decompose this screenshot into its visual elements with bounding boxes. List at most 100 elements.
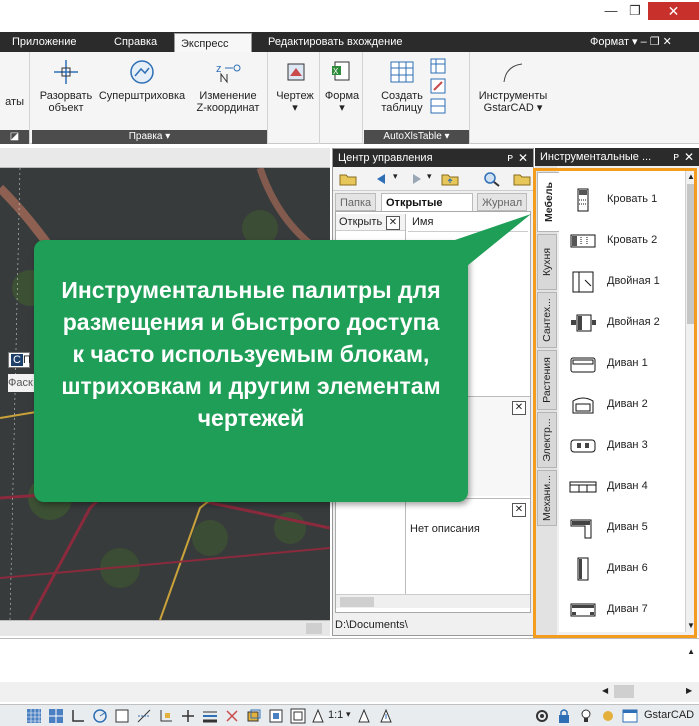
tab-open-drawings[interactable]: Открытые &ч... — [381, 193, 473, 227]
ribbon-group-tools: Инструменты GstarCAD ▾ — [472, 52, 552, 144]
auto-scale-icon[interactable] — [378, 708, 394, 724]
palette-item-bed-2[interactable]: Кровать 2 — [559, 221, 685, 261]
palette-tab-kitchen[interactable]: Кухня — [537, 234, 557, 290]
tools-label: Инструменты GstarCAD ▾ — [478, 90, 548, 114]
table-update-icon[interactable] — [430, 98, 446, 114]
folder-open-icon[interactable] — [339, 171, 357, 187]
command-scrollbar[interactable]: ◀ ▶ — [0, 682, 699, 702]
palette-item-sofa-4[interactable]: Диван 4 — [559, 467, 685, 507]
format-dropdown[interactable]: Формат — [590, 32, 629, 52]
tab-folder[interactable]: Папка — [335, 193, 377, 211]
hardware-acceleration-icon[interactable] — [578, 708, 594, 724]
restore-button[interactable]: ❐ — [620, 2, 650, 20]
palette-scrollbar[interactable]: ▲ ▼ — [685, 170, 697, 632]
palette-tab-mechanical[interactable]: Механи... — [537, 470, 557, 526]
form-button[interactable]: X Форма ▾ — [322, 58, 362, 114]
palette-item-sofa-1[interactable]: Диван 1 — [559, 344, 685, 384]
tab-edit-reference[interactable]: Редактировать вхождение — [262, 32, 409, 52]
sofa-icon — [569, 481, 597, 493]
annotation-visibility-icon[interactable] — [356, 708, 372, 724]
scroll-up-icon[interactable]: ▲ — [687, 172, 695, 181]
create-table-button[interactable]: Создать таблицу — [372, 58, 432, 114]
close-icon[interactable]: ✕ — [518, 149, 528, 167]
ortho-icon[interactable] — [70, 708, 86, 724]
description-close-icon[interactable]: ✕ — [512, 503, 526, 517]
change-z-button[interactable]: z Изменение Z-координат — [192, 58, 264, 114]
palette-tab-electrical[interactable]: Электр... — [537, 412, 557, 468]
app-window-icon[interactable] — [622, 708, 638, 724]
tool-palettes-title-bar[interactable]: Инструментальные ... ᴘ ✕ — [535, 148, 699, 166]
search-icon[interactable] — [483, 171, 501, 187]
close-button[interactable]: ✕ — [648, 2, 699, 20]
lock-icon[interactable] — [556, 708, 572, 724]
preview-close-icon[interactable]: ✕ — [512, 401, 526, 415]
palette-item-bed-1[interactable]: Кровать 1 — [559, 180, 685, 220]
back-dropdown-icon[interactable]: ▾ — [393, 171, 398, 182]
tree-close-icon[interactable]: ✕ — [386, 216, 400, 230]
callout-text: Инструментальные палитры для размещения … — [61, 277, 441, 431]
palette-item-sofa-7[interactable]: Диван 7 — [559, 590, 685, 630]
palette-item-double-1[interactable]: Двойная 1 — [559, 262, 685, 302]
palette-item-list: Кровать 1 Кровать 2 Двойная 1 Двойная 2 … — [559, 170, 685, 632]
scale-dropdown-icon[interactable]: ▾ — [346, 709, 351, 720]
dynamic-ucs-icon[interactable] — [158, 708, 174, 724]
annotation-scale-icon[interactable] — [310, 708, 326, 724]
cmd-scroll-right-icon[interactable]: ▶ — [686, 686, 692, 695]
tab-express[interactable]: Экспресс — [174, 33, 252, 52]
palette-item-sofa-3[interactable]: Диван 3 — [559, 426, 685, 466]
table-edit-icon[interactable] — [430, 78, 446, 94]
cmd-scroll-left-icon[interactable]: ◀ — [602, 686, 608, 695]
annotation-monitor-icon[interactable] — [268, 708, 284, 724]
snap-icon[interactable] — [48, 708, 64, 724]
back-icon[interactable] — [373, 171, 391, 187]
cmd-scroll-up-icon[interactable]: ▲ — [687, 647, 695, 656]
isolate-objects-icon[interactable] — [600, 708, 616, 724]
forward-icon[interactable] — [407, 171, 425, 187]
palette-item-sofa-6[interactable]: Диван 6 — [559, 549, 685, 589]
autoxls-group-footer[interactable]: AutoXlsTable ▾ — [364, 130, 469, 144]
design-center-title-bar[interactable]: Центр управления ᴘ ✕ — [333, 149, 533, 167]
gstarcad-tools-button[interactable]: Инструменты GstarCAD ▾ — [476, 58, 550, 114]
palette-item-sofa-2[interactable]: Диван 2 — [559, 385, 685, 425]
design-center-title: Центр управления — [338, 152, 433, 164]
table-export-icon[interactable] — [430, 58, 446, 74]
drawing-horizontal-scrollbar[interactable] — [0, 620, 330, 636]
lineweight-icon[interactable] — [202, 708, 218, 724]
superhatch-icon — [130, 60, 154, 84]
viewport-icon[interactable] — [290, 708, 306, 724]
favorites-icon[interactable] — [513, 171, 531, 187]
palette-item-double-2[interactable]: Двойная 2 — [559, 303, 685, 343]
grid-icon[interactable] — [26, 708, 42, 724]
command-line[interactable]: ▲ — [0, 638, 699, 680]
palette-tab-plants[interactable]: Растения — [537, 350, 557, 410]
tab-help[interactable]: Справка — [108, 32, 163, 52]
forward-dropdown-icon[interactable]: ▾ — [427, 171, 432, 182]
cmd-scroll-thumb[interactable] — [614, 685, 634, 698]
workspace-gear-icon[interactable] — [534, 708, 550, 724]
tab-application[interactable]: Приложение — [6, 32, 83, 52]
pin-icon[interactable]: ᴘ — [507, 149, 513, 167]
superhatch-button[interactable]: Суперштриховка — [96, 58, 188, 102]
close-icon[interactable]: ✕ — [684, 148, 694, 166]
scroll-down-icon[interactable]: ▼ — [687, 621, 695, 630]
dynamic-input-icon[interactable] — [180, 708, 196, 724]
scale-value[interactable]: 1:1 — [328, 709, 343, 721]
ribbon-window-controls[interactable]: ▾ ‒ ❐ ✕ — [632, 32, 672, 52]
pin-icon[interactable]: ᴘ — [673, 148, 679, 166]
palette-tab-furniture[interactable]: Мебель — [537, 172, 559, 232]
polar-icon[interactable] — [92, 708, 108, 724]
selection-cycling-icon[interactable] — [246, 708, 262, 724]
scroll-thumb[interactable] — [687, 184, 696, 324]
osnap-icon[interactable] — [114, 708, 130, 724]
tab-history[interactable]: Журнал — [477, 193, 528, 211]
edit-group-footer[interactable]: Правка ▾ — [32, 130, 267, 144]
design-center-scrollbar[interactable] — [336, 594, 530, 608]
otrack-icon[interactable] — [136, 708, 152, 724]
break-object-button[interactable]: Разорвать объект — [36, 58, 96, 114]
up-folder-icon[interactable] — [441, 171, 459, 187]
palette-tab-plumbing[interactable]: Сантех... — [537, 292, 557, 348]
drawing-button[interactable]: Чертеж ▾ — [272, 58, 318, 114]
palette-item-sofa-5[interactable]: Диван 5 — [559, 508, 685, 548]
transparency-icon[interactable] — [224, 708, 240, 724]
sofa-icon — [570, 519, 592, 539]
